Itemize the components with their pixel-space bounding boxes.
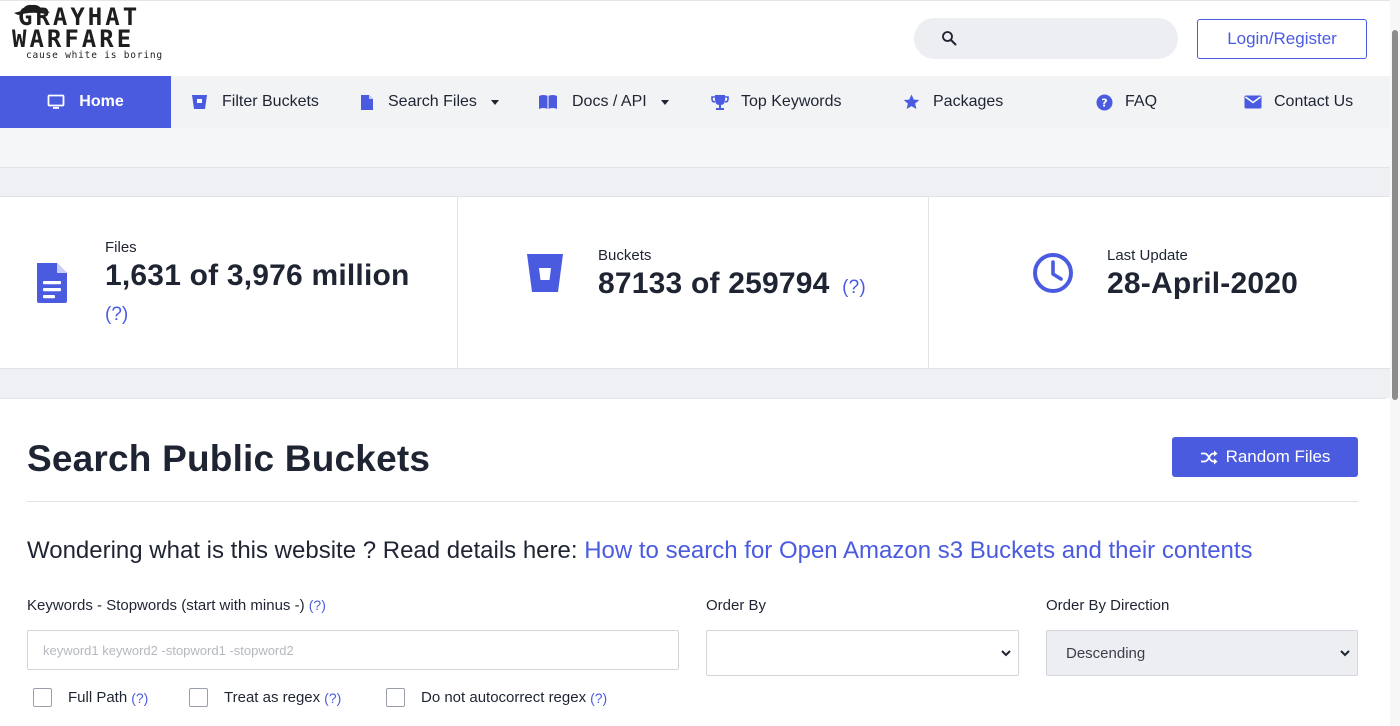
subnav-strip (0, 128, 1390, 168)
trophy-icon (711, 94, 729, 111)
nav-item-contact-us[interactable]: Contact Us (1244, 76, 1353, 128)
no-autocorrect-checkbox-row[interactable]: Do not autocorrect regex (?) (386, 688, 607, 707)
question-circle-icon: ? (1096, 94, 1113, 111)
nav-item-docs-api[interactable]: Docs / API (538, 76, 669, 128)
buckets-value-row: 87133 of 259794 (?) (598, 267, 866, 301)
files-help-link[interactable]: (?) (105, 304, 128, 326)
envelope-icon (1244, 95, 1262, 109)
star-icon (903, 94, 920, 110)
keywords-label-text: Keywords - Stopwords (start with minus -… (27, 597, 305, 614)
nav-item-search-files[interactable]: Search Files (360, 76, 499, 128)
keywords-help-link[interactable]: (?) (309, 597, 326, 613)
scrollbar-thumb[interactable] (1392, 30, 1398, 400)
search-icon[interactable] (941, 30, 958, 47)
svg-text:?: ? (1101, 96, 1107, 109)
keywords-label: Keywords - Stopwords (start with minus -… (27, 597, 326, 614)
files-value: 1,631 of 3,976 million (105, 259, 410, 292)
buckets-help-link[interactable]: (?) (842, 277, 866, 298)
file-text-icon (37, 263, 67, 303)
bucket-icon (191, 94, 208, 110)
full-path-label: Full Path (68, 689, 128, 706)
regex-label: Treat as regex (224, 689, 321, 706)
buckets-value: 87133 of 259794 (598, 267, 830, 300)
files-label: Files (105, 239, 137, 256)
header-search-input[interactable] (974, 24, 1164, 53)
full-path-checkbox[interactable] (33, 688, 52, 707)
header-search[interactable] (914, 18, 1178, 59)
nav-item-filter-buckets[interactable]: Filter Buckets (191, 76, 319, 128)
book-icon (538, 94, 558, 110)
nav-item-packages[interactable]: Packages (903, 76, 1003, 128)
logo-tagline: cause white is boring (26, 50, 163, 61)
no-autocorrect-label: Do not autocorrect regex (421, 689, 587, 706)
title-divider (27, 501, 1358, 502)
monitor-icon (47, 94, 65, 110)
full-path-help-link[interactable]: (?) (131, 690, 148, 706)
page-title: Search Public Buckets (27, 438, 431, 479)
order-direction-label: Order By Direction (1046, 597, 1170, 614)
nav-item-label: Packages (933, 93, 1004, 110)
full-path-checkbox-row[interactable]: Full Path (?) (33, 688, 148, 707)
shuffle-icon (1200, 450, 1218, 464)
nav-item-home[interactable]: Home (0, 76, 171, 128)
nav-item-faq[interactable]: ? FAQ (1096, 76, 1157, 128)
file-icon (360, 94, 374, 111)
header: GRAYHAT WARFARE cause white is boring Lo… (0, 0, 1390, 76)
regex-checkbox[interactable] (189, 688, 208, 707)
nav-item-label: Contact Us (1274, 93, 1354, 110)
regex-help-link[interactable]: (?) (324, 690, 341, 706)
order-by-label: Order By (706, 597, 767, 614)
nav-item-label: Top Keywords (741, 93, 842, 110)
last-update-label: Last Update (1107, 247, 1188, 264)
nav-item-label: Docs / API (572, 93, 647, 110)
no-autocorrect-help-link[interactable]: (?) (590, 690, 607, 706)
random-files-label: Random Files (1225, 447, 1331, 466)
logo-line-2: WARFARE (12, 25, 135, 53)
chevron-down-icon (490, 99, 499, 105)
random-files-button[interactable]: Random Files (1172, 437, 1358, 477)
bucket-icon (527, 254, 563, 292)
nav-item-label: Filter Buckets (222, 93, 319, 110)
order-by-select[interactable] (706, 630, 1019, 676)
order-direction-select[interactable]: Descending (1046, 630, 1358, 676)
intro-prefix: Wondering what is this website ? Read de… (27, 537, 585, 564)
nav-item-label: Search Files (388, 93, 477, 110)
last-update-value: 28-April-2020 (1107, 267, 1299, 300)
main-nav: Home Filter Buckets Search Files Docs / … (0, 76, 1390, 199)
stats-row: Files 1,631 of 3,976 million (?) Buckets… (0, 196, 1390, 369)
site-logo[interactable]: GRAYHAT WARFARE cause white is boring (12, 4, 194, 70)
intro-link[interactable]: How to search for Open Amazon s3 Buckets… (584, 537, 1252, 564)
no-autocorrect-checkbox[interactable] (386, 688, 405, 707)
stat-buckets: Buckets 87133 of 259794 (?) (457, 197, 928, 368)
nav-item-label: FAQ (1125, 93, 1158, 110)
clock-icon (1033, 253, 1073, 293)
stat-last-update: Last Update 28-April-2020 (928, 197, 1390, 368)
nav-item-top-keywords[interactable]: Top Keywords (711, 76, 842, 128)
chevron-down-icon (1340, 650, 1350, 657)
intro-text: Wondering what is this website ? Read de… (27, 537, 1253, 565)
login-register-button[interactable]: Login/Register (1197, 19, 1367, 59)
chevron-down-icon (1001, 650, 1011, 657)
chevron-down-icon (660, 99, 669, 105)
stat-files: Files 1,631 of 3,976 million (?) (0, 197, 457, 368)
regex-checkbox-row[interactable]: Treat as regex (?) (189, 688, 341, 707)
fedora-hat-icon (14, 4, 50, 15)
nav-item-label: Home (79, 93, 124, 110)
keywords-input[interactable] (27, 630, 679, 670)
order-direction-value: Descending (1066, 645, 1146, 662)
buckets-label: Buckets (598, 247, 652, 264)
